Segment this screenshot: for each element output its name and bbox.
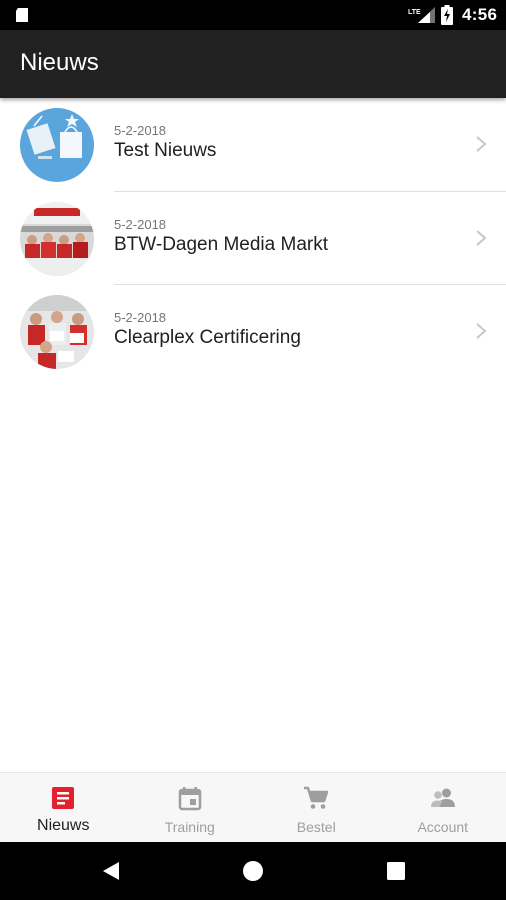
news-thumbnail [20,201,94,276]
news-thumbnail [20,295,94,369]
recents-icon[interactable] [386,861,406,881]
news-title: Test Nieuws [114,140,217,161]
news-list-item[interactable]: 5-2-2018 BTW-Dagen Media Markt [0,192,506,285]
page-title: Nieuws [20,49,99,76]
news-icon [52,787,75,809]
nav-label: Nieuws [37,817,90,834]
bottom-navigation: Nieuws Training Bestel Account [0,772,506,842]
status-time: 4:56 [462,5,498,24]
gift-bags-image [20,108,94,182]
battery-charging-icon [441,5,453,25]
news-date: 5-2-2018 [114,123,167,138]
nav-label: Training [164,819,215,835]
news-title: Clearplex Certificering [114,327,301,348]
nav-tab-account[interactable]: Account [380,773,506,842]
status-bar: LTE 4:56 [0,0,506,30]
news-date: 5-2-2018 [114,216,167,232]
home-icon[interactable] [242,860,264,882]
nav-tab-training[interactable]: Training [127,773,254,842]
nav-tab-nieuws[interactable]: Nieuws [0,773,127,842]
chevron-right-icon [476,136,487,152]
lte-signal-icon: LTE [408,7,435,23]
news-list-item[interactable]: 5-2-2018 Clearplex Certificering [0,285,506,379]
sd-card-icon [16,8,28,22]
news-list: 5-2-2018 Test Nieuws 5-2-2018 BTW-Dagen … [0,98,506,379]
nav-tab-bestel[interactable]: Bestel [253,773,380,842]
news-date: 5-2-2018 [114,310,167,325]
calendar-icon [178,787,201,811]
back-icon[interactable] [101,861,121,881]
news-thumbnail [20,108,94,182]
app-bar: Nieuws [0,30,506,98]
news-title: BTW-Dagen Media Markt [114,233,328,255]
account-icon [430,788,455,807]
chevron-right-icon [476,323,487,339]
chevron-right-icon [476,229,487,246]
store-team-image [20,201,94,276]
cart-icon [304,786,329,809]
news-list-item[interactable]: 5-2-2018 Test Nieuws [0,98,506,192]
nav-label: Bestel [296,819,336,835]
system-navigation-bar [0,842,506,900]
nav-label: Account [417,819,469,835]
svg-text:LTE: LTE [408,9,421,16]
certificate-group-image [20,295,94,369]
